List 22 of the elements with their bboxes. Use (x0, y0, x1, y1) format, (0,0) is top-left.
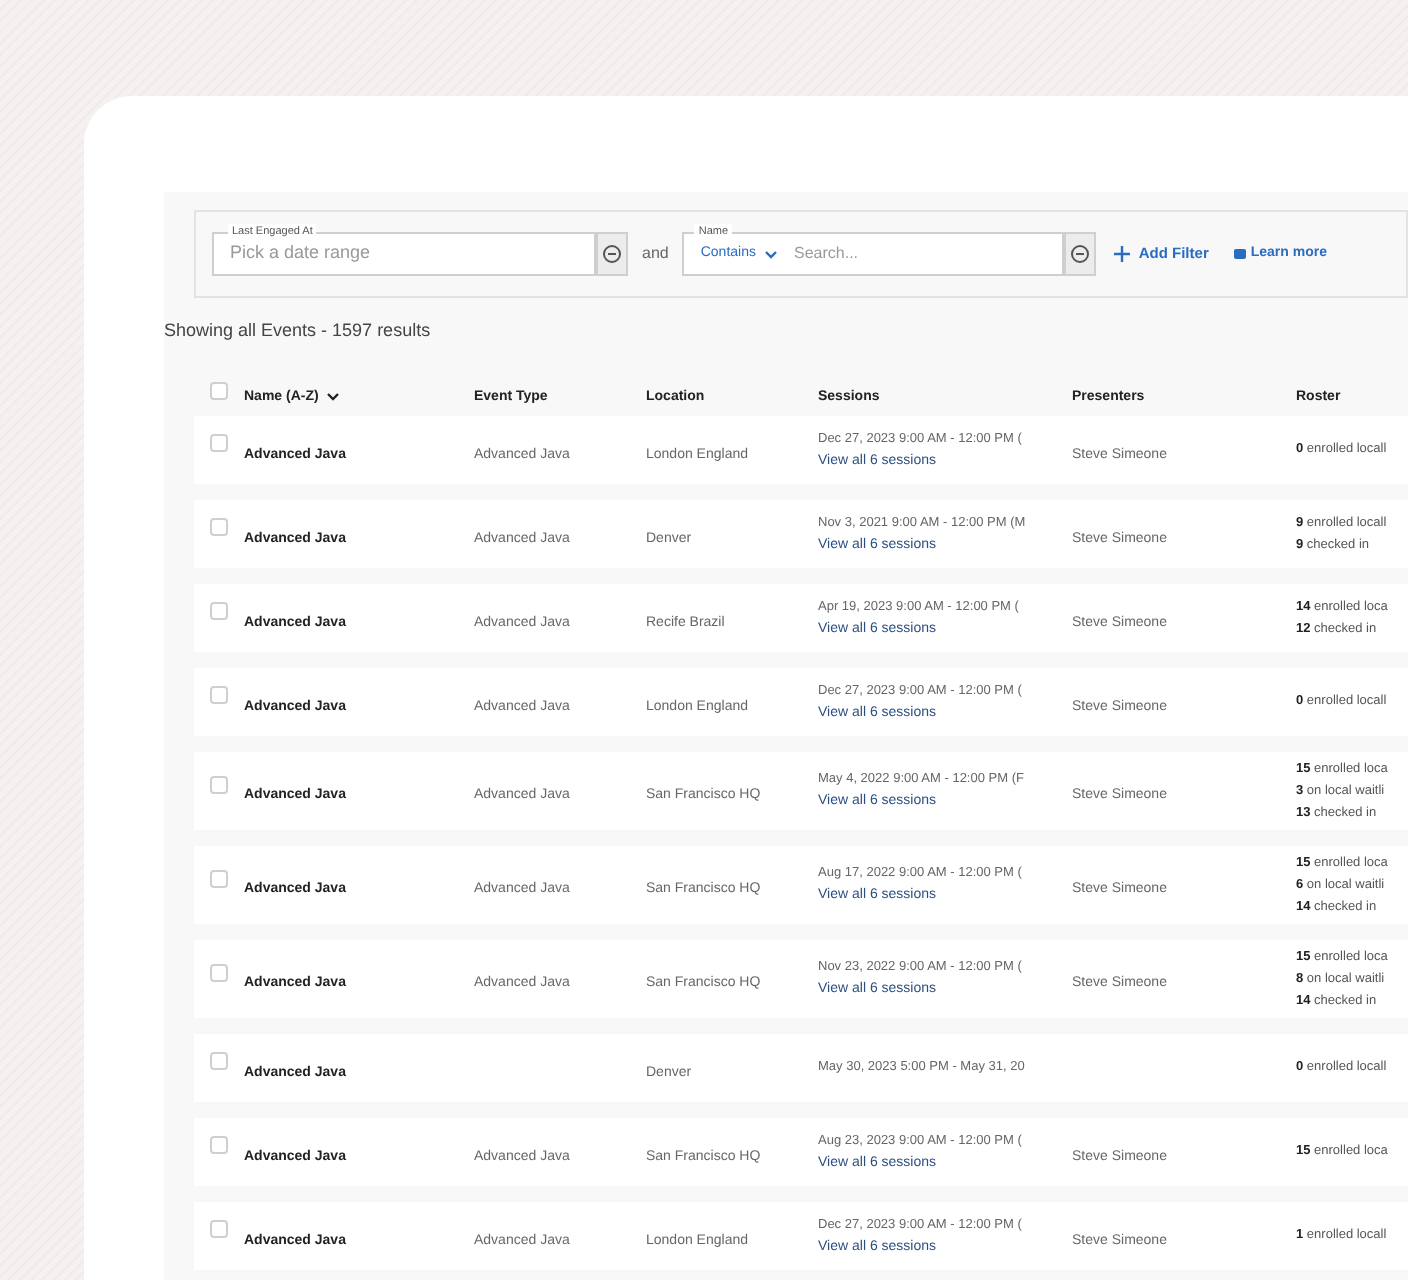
minus-circle-icon (602, 244, 622, 264)
row-checkbox[interactable] (210, 869, 228, 887)
row-checkbox[interactable] (210, 963, 228, 981)
field-placeholder: Search... (794, 242, 859, 266)
row-checkbox[interactable] (210, 602, 228, 620)
remove-filter-button[interactable] (1064, 232, 1097, 276)
row-checkbox[interactable] (210, 775, 228, 793)
row-checkbox[interactable] (210, 686, 228, 704)
minus-circle-icon (1070, 244, 1091, 264)
chevron-down-icon (326, 392, 341, 403)
remove-filter-button[interactable] (596, 232, 628, 276)
and-label: and (642, 242, 669, 266)
row-checkbox[interactable] (210, 1052, 228, 1070)
field-placeholder: Pick a date range (230, 240, 371, 267)
plus-icon (1114, 246, 1131, 262)
row-checkbox[interactable] (210, 1136, 228, 1154)
row-checkbox[interactable] (210, 518, 228, 536)
caret-icon (764, 249, 778, 259)
row-checkbox[interactable] (210, 382, 228, 400)
row-checkbox[interactable] (210, 434, 228, 452)
results-summary: Showing all Events - 1597 results (164, 318, 431, 344)
row-checkbox[interactable] (210, 1220, 228, 1238)
